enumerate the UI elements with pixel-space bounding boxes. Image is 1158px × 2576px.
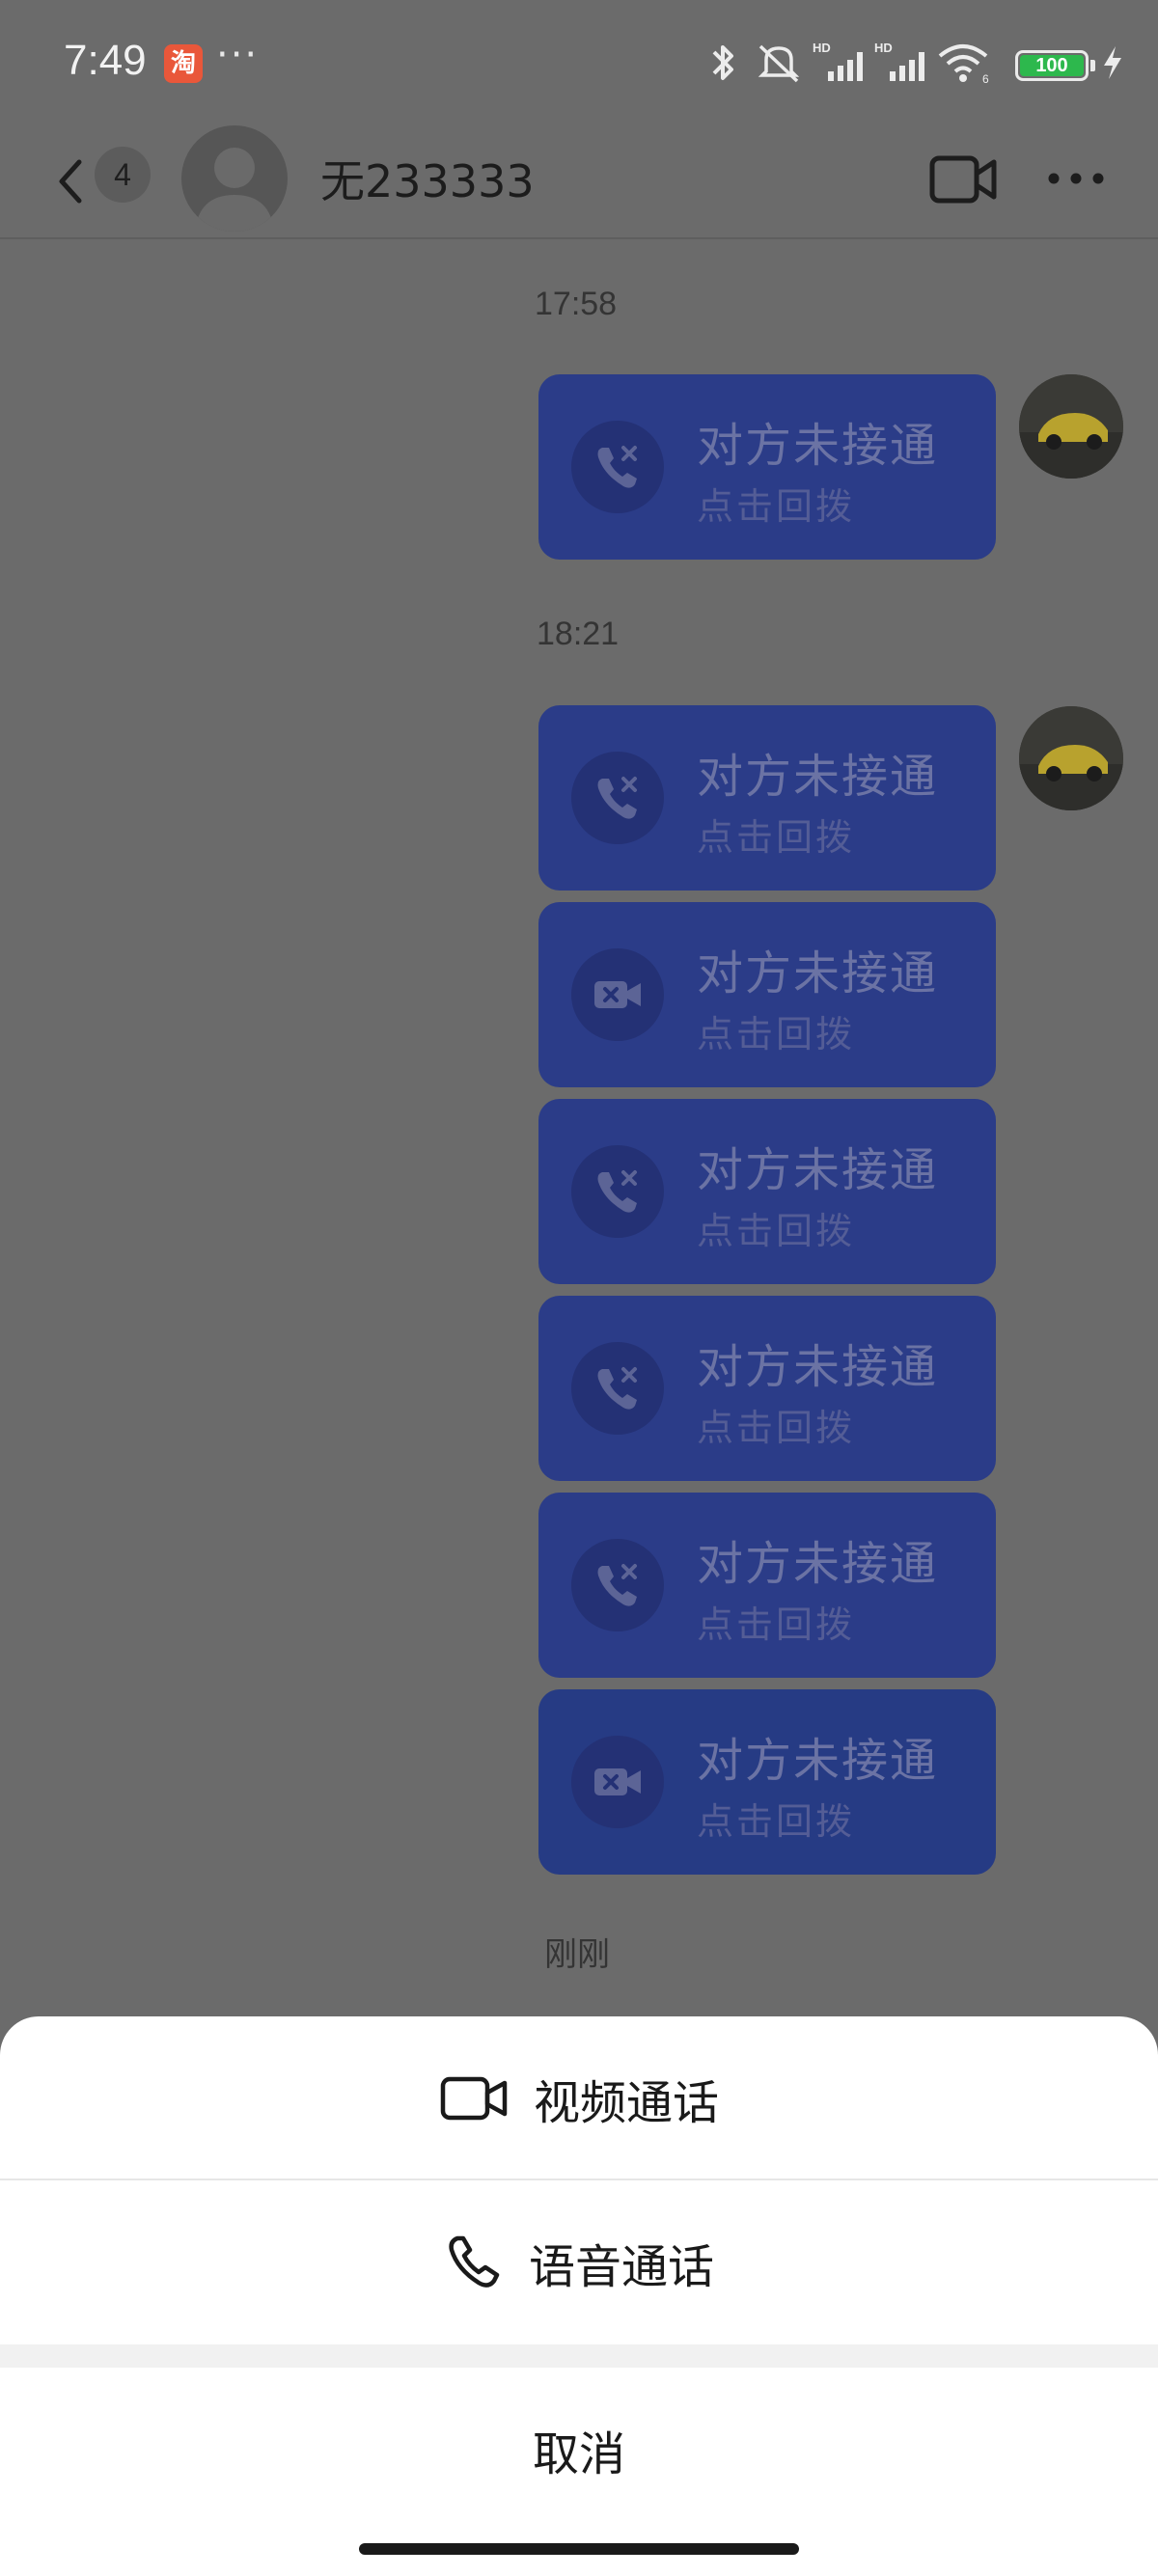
video-camera-icon[interactable] (928, 152, 998, 206)
more-dots-icon[interactable] (1044, 154, 1108, 203)
video-call-label: 视频通话 (533, 2076, 719, 2130)
message-timestamp: 17:58 (535, 286, 618, 322)
back-arrow-icon[interactable] (50, 152, 89, 210)
svg-text:HD: HD (874, 41, 893, 55)
home-indicator[interactable] (359, 2543, 799, 2555)
call-back-hint: 点击回拨 (697, 1210, 856, 1252)
call-icon-circle (571, 1539, 664, 1631)
video-camera-icon (440, 2076, 508, 2121)
svg-text:HD: HD (813, 41, 831, 55)
battery-level: 100 (1020, 55, 1084, 76)
missed-video-call-icon (594, 1768, 641, 1795)
charging-icon (1104, 46, 1121, 79)
car-avatar-image (1019, 374, 1123, 479)
car-avatar-image (1019, 706, 1123, 810)
message-timestamp: 刚刚 (544, 1936, 610, 1973)
call-back-hint: 点击回拨 (697, 485, 856, 528)
bluetooth-icon (712, 45, 733, 80)
message-timestamp: 18:21 (537, 616, 620, 652)
battery-icon: 100 (1015, 50, 1089, 81)
phone-icon (449, 2235, 500, 2288)
missed-voice-call-bubble[interactable]: 对方未接通 点击回拨 (538, 1493, 996, 1678)
call-status-title: 对方未接通 (697, 1537, 939, 1591)
hd-signal-icon: HD (874, 41, 924, 81)
missed-video-call-icon (594, 981, 641, 1008)
call-icon-circle (571, 1736, 664, 1828)
missed-voice-call-icon (597, 1564, 637, 1606)
missed-voice-call-bubble[interactable]: 对方未接通 点击回拨 (538, 374, 996, 560)
video-call-option[interactable]: 视频通话 (0, 2016, 1158, 2180)
call-back-hint: 点击回拨 (697, 816, 856, 859)
contact-avatar[interactable] (181, 125, 288, 232)
call-status-title: 对方未接通 (697, 1734, 939, 1788)
missed-voice-call-bubble[interactable]: 对方未接通 点击回拨 (538, 1099, 996, 1284)
hd-signal-icon: HD (813, 41, 863, 81)
default-avatar-icon (195, 148, 274, 232)
taobao-app-icon: 淘 (164, 44, 203, 83)
call-status-title: 对方未接通 (697, 1340, 939, 1394)
call-icon-circle (571, 1145, 664, 1238)
call-back-hint: 点击回拨 (697, 1800, 856, 1843)
status-icons: HD HD 6 100 (704, 39, 1121, 87)
status-more-icon: ··· (216, 33, 260, 77)
missed-voice-call-icon (597, 446, 637, 488)
status-bar: 7:49 淘 ··· HD HD 6 100 (0, 0, 1158, 125)
missed-video-call-bubble[interactable]: 对方未接通 点击回拨 (538, 902, 996, 1087)
battery-nub (1090, 60, 1095, 71)
cancel-button[interactable]: 取消 (0, 2368, 1158, 2532)
unread-count-badge[interactable]: 4 (95, 147, 151, 203)
missed-voice-call-bubble[interactable]: 对方未接通 点击回拨 (538, 705, 996, 891)
contact-name[interactable]: 无233333 (320, 147, 535, 210)
call-action-sheet: 视频通话 语音通话 取消 (0, 2016, 1158, 2576)
call-icon-circle (571, 948, 664, 1041)
missed-voice-call-icon (597, 1367, 637, 1410)
missed-voice-call-icon (597, 777, 637, 819)
missed-voice-call-icon (597, 1170, 637, 1213)
missed-video-call-bubble[interactable]: 对方未接通 点击回拨 (538, 1689, 996, 1875)
mute-icon (758, 44, 800, 83)
call-status-title: 对方未接通 (697, 419, 939, 473)
missed-voice-call-bubble[interactable]: 对方未接通 点击回拨 (538, 1296, 996, 1481)
status-time: 7:49 (64, 37, 147, 84)
my-avatar[interactable] (1019, 706, 1123, 810)
voice-call-option[interactable]: 语音通话 (0, 2180, 1158, 2344)
call-back-hint: 点击回拨 (697, 1603, 856, 1646)
call-back-hint: 点击回拨 (697, 1407, 856, 1449)
call-icon-circle (571, 752, 664, 844)
my-avatar[interactable] (1019, 374, 1123, 479)
chat-header: 4 无233333 (0, 125, 1158, 239)
call-status-title: 对方未接通 (697, 946, 939, 1000)
sheet-separator-gap (0, 2344, 1158, 2368)
call-icon-circle (571, 421, 664, 513)
svg-text:6: 6 (982, 72, 989, 86)
call-status-title: 对方未接通 (697, 1143, 939, 1197)
voice-call-label: 语音通话 (528, 2240, 714, 2294)
call-back-hint: 点击回拨 (697, 1013, 856, 1055)
call-status-title: 对方未接通 (697, 750, 939, 804)
call-icon-circle (571, 1342, 664, 1435)
wifi-icon: 6 (938, 44, 989, 86)
